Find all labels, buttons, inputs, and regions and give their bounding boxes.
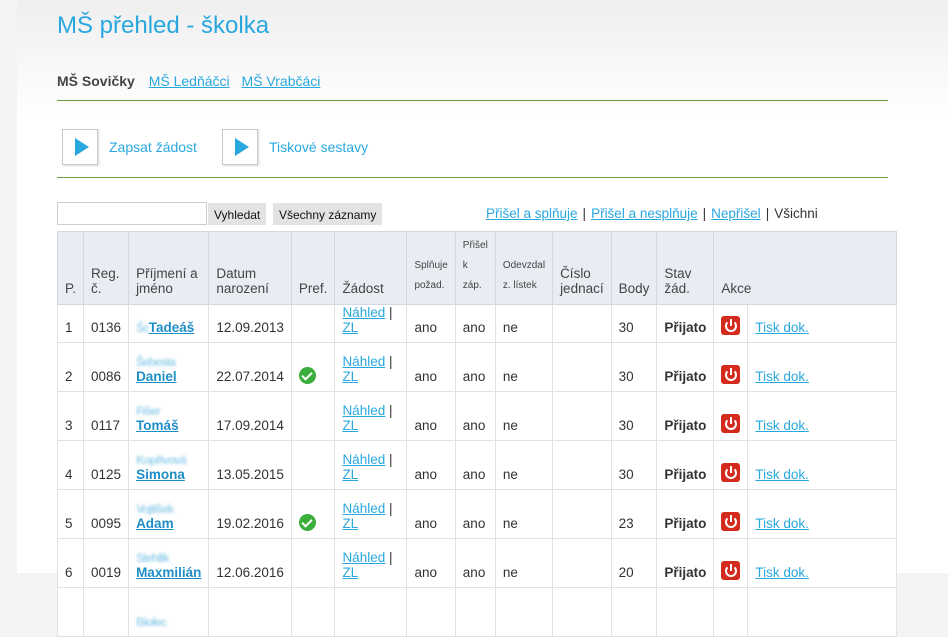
nahled-link[interactable]: Náhled	[342, 550, 385, 565]
school-tabs: MŠ Sovičky MŠ Ledňáčci MŠ Vrabčáci	[57, 73, 328, 89]
table-row: 1 0136 ŠcTadeáš 12.09.2013 Náhled | ZL a…	[56, 304, 897, 343]
pref-cell	[290, 538, 336, 588]
nahled-link[interactable]: Náhled	[342, 452, 385, 467]
redacted-surname: Fišer	[136, 404, 161, 418]
zl-link[interactable]: ZL	[342, 516, 358, 531]
col-stav: Stav žád.	[656, 231, 715, 305]
pref-cell	[290, 440, 336, 490]
filter-neprisel[interactable]: Nepřišel	[711, 206, 761, 221]
filter-prisel-splnuje[interactable]: Přišel a splňuje	[486, 206, 578, 221]
tisk-dok-link[interactable]: Tisk dok.	[755, 467, 809, 482]
all-records-button[interactable]: Všechny záznamy	[273, 203, 383, 225]
col-splnuje: Splňuje požad.	[406, 231, 456, 305]
col-poradi: P.	[56, 231, 85, 305]
table-row: 5 0095 Vojtíšek Adam 19.02.2016 Náhled | …	[56, 489, 897, 539]
col-pref: Pref.	[290, 231, 336, 305]
nahled-link[interactable]: Náhled	[342, 403, 385, 418]
page: MŠ přehled - školka MŠ Sovičky MŠ Ledňáč…	[17, 0, 948, 637]
zl-link[interactable]: ZL	[342, 418, 358, 433]
redacted-surname: Šc	[136, 321, 150, 335]
school-tab-vrabcaci[interactable]: MŠ Vrabčáci	[242, 73, 321, 89]
col-reg: Reg. č.	[83, 231, 130, 305]
redacted-surname: Kopřivová	[136, 453, 187, 467]
applications-table: P. Reg. č. Příjmení a jméno Datum narození …	[56, 231, 897, 637]
pref-cell	[290, 489, 336, 539]
search-input[interactable]	[57, 202, 207, 225]
student-name-link[interactable]: Adam	[136, 516, 174, 531]
power-icon[interactable]	[721, 512, 741, 531]
play-icon	[222, 129, 258, 165]
power-icon[interactable]	[721, 414, 741, 433]
student-name-link[interactable]: Tomáš	[136, 418, 179, 433]
col-odevzdal: Odevzdal z. lístek	[494, 231, 554, 305]
table-row: 3 0117 Fišer Tomáš 17.09.2014 Náhled | ZL…	[56, 391, 897, 441]
tisk-dok-link[interactable]: Tisk dok.	[755, 418, 809, 433]
filter-prisel-nesplnuje[interactable]: Přišel a nesplňuje	[591, 206, 698, 221]
check-icon	[298, 514, 316, 531]
tisk-dok-link[interactable]: Tisk dok.	[755, 369, 809, 384]
redacted-surname: Vojtíšek	[136, 502, 174, 516]
col-prisel: Přišel k záp.	[454, 231, 496, 305]
redacted-surname: Stehlík	[136, 551, 169, 565]
filter-vsichni: Všichni	[774, 206, 818, 221]
table-row: 6 0019 Stehlík Maxmilián 12.06.2016 Náhle…	[56, 538, 897, 588]
power-icon[interactable]	[721, 365, 741, 384]
school-tab-active: MŠ Sovičky	[57, 73, 135, 89]
filter-links: Přišel a splňuje | Přišel a nesplňuje | Nepř…	[486, 206, 818, 221]
school-tab-lednacci[interactable]: MŠ Ledňáčci	[149, 73, 230, 89]
tisk-dok-link[interactable]: Tisk dok.	[755, 516, 809, 531]
nahled-link[interactable]: Náhled	[342, 305, 385, 320]
col-datum: Datum narození	[208, 231, 292, 305]
zl-link[interactable]: ZL	[342, 467, 358, 482]
nahled-link[interactable]: Náhled	[342, 354, 385, 369]
power-icon[interactable]	[721, 561, 741, 580]
student-name-link[interactable]: Simona	[136, 467, 185, 482]
col-name: Příjmení a jméno	[128, 231, 210, 305]
zl-link[interactable]: ZL	[342, 320, 358, 335]
zl-link[interactable]: ZL	[342, 369, 358, 384]
pref-cell	[290, 342, 336, 392]
tiskove-sestavy-label: Tiskové sestavy	[269, 139, 369, 155]
student-name-link[interactable]: Tadeáš	[149, 320, 195, 335]
play-icon	[62, 129, 98, 165]
search-button[interactable]: Vyhledat	[208, 203, 267, 225]
col-body: Body	[610, 231, 658, 305]
nahled-link[interactable]: Náhled	[342, 501, 385, 516]
table-row: 2 0086 Šebesta Daniel 22.07.2014 Náhled |…	[56, 342, 897, 392]
zapsat-zadost-button[interactable]: Zapsat žádost	[62, 129, 197, 165]
tiskove-sestavy-button[interactable]: Tiskové sestavy	[222, 129, 368, 165]
tisk-dok-link[interactable]: Tisk dok.	[755, 320, 809, 335]
power-icon[interactable]	[721, 316, 741, 335]
redacted-surname: Biolec	[136, 615, 167, 629]
zapsat-zadost-label: Zapsat žádost	[109, 139, 197, 155]
check-icon	[298, 367, 316, 384]
col-zadost: Žádost	[334, 231, 408, 305]
pref-cell	[290, 391, 336, 441]
table-header-row: P. Reg. č. Příjmení a jméno Datum narození …	[56, 231, 897, 305]
table-row: Biolec	[56, 587, 897, 637]
divider	[57, 177, 888, 178]
col-akce: Akce	[713, 231, 897, 305]
col-cislo: Číslo jednací	[552, 231, 612, 305]
power-icon[interactable]	[721, 463, 741, 482]
table-row: 4 0125 Kopřivová Simona 13.05.2015 Náhled…	[56, 440, 897, 490]
divider	[57, 100, 888, 101]
redacted-surname: Šebesta	[136, 355, 176, 369]
pref-cell	[290, 304, 336, 343]
page-title: MŠ přehled - školka	[57, 12, 270, 39]
student-name-link[interactable]: Daniel	[136, 369, 177, 384]
